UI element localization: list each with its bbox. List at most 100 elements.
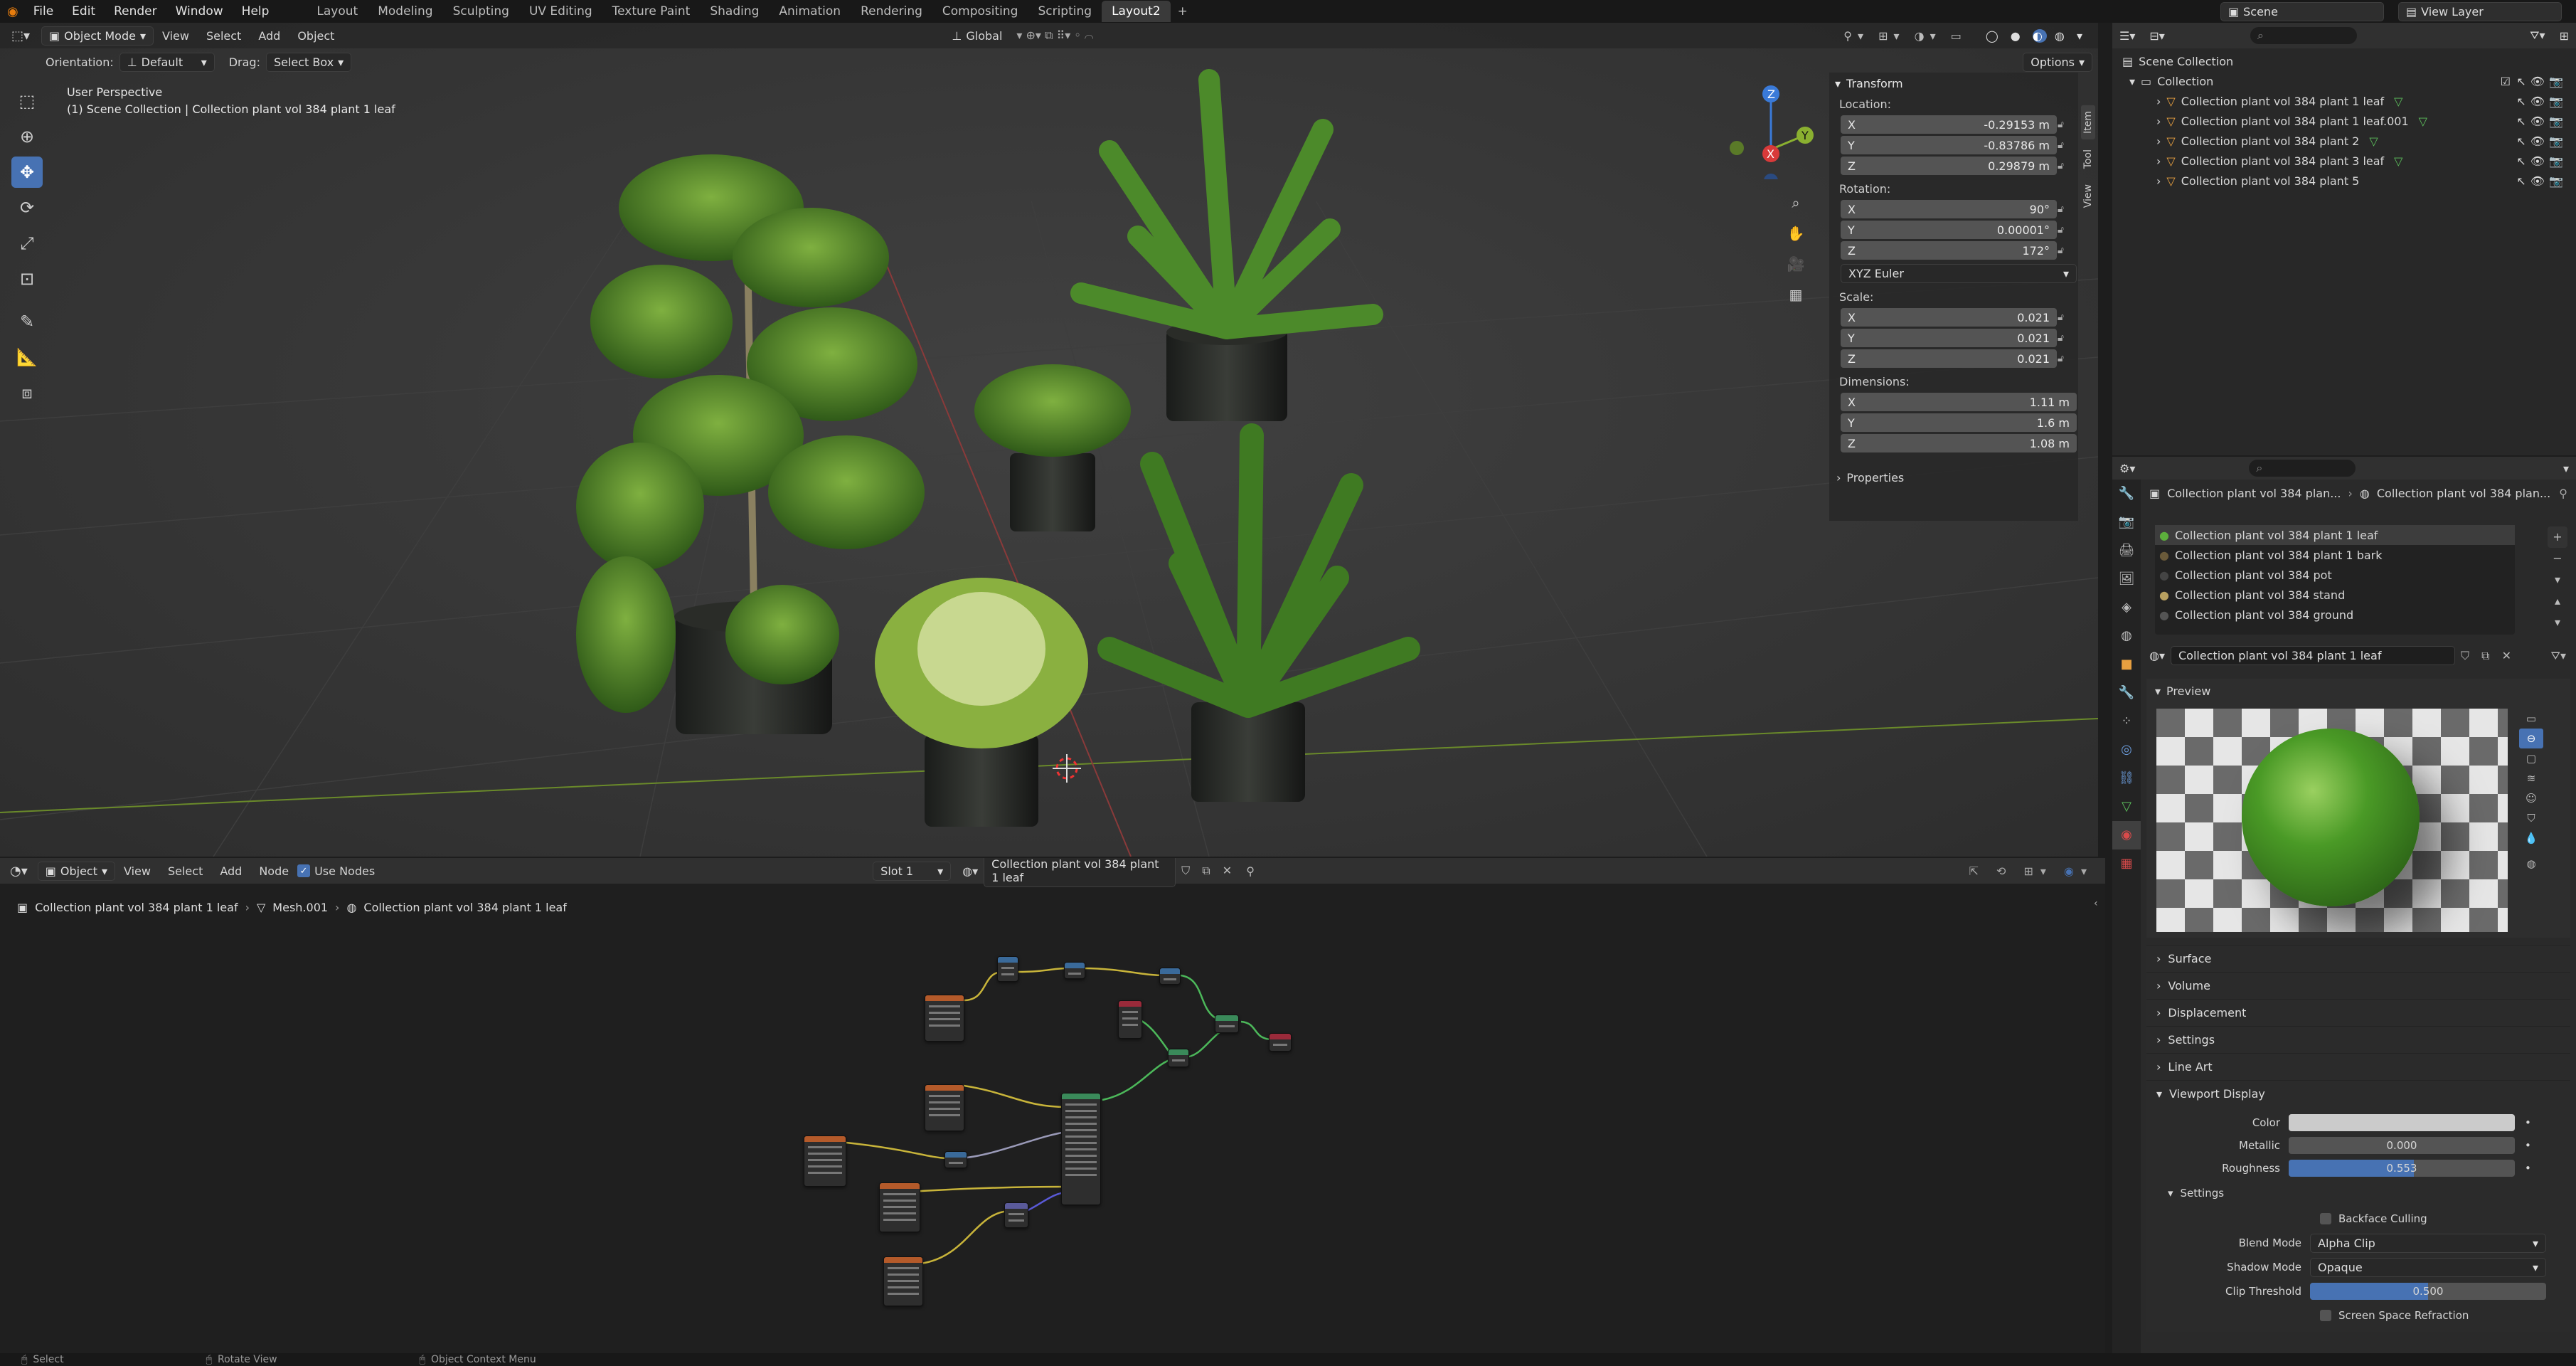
screen-space-refraction-checkbox[interactable] [2320, 1310, 2331, 1321]
checkbox-icon[interactable]: ☑ [2501, 75, 2511, 88]
material-slot-item[interactable]: ● Collection plant vol 384 ground [2155, 605, 2515, 625]
texture-tab-icon[interactable]: ▦ [2112, 849, 2141, 878]
menu-window[interactable]: Window [166, 4, 233, 18]
outliner-item[interactable]: › ▽ Collection plant vol 384 plant 2 ▽ ↖👁📷 [2112, 131, 2576, 151]
menu-edit[interactable]: Edit [63, 4, 105, 18]
scale-x-field[interactable]: X 0.021 [1841, 308, 2057, 327]
shader-node[interactable] [879, 1182, 920, 1232]
measure-tool[interactable]: 📐 [11, 342, 43, 373]
tab-uv-editing[interactable]: UV Editing [519, 1, 602, 22]
chevron-right-icon[interactable]: › [1836, 471, 1841, 485]
editor-type-icon[interactable]: ⚙▾ [2112, 462, 2142, 475]
new-collection-icon[interactable]: ⊞ [2553, 29, 2576, 43]
blender-logo-icon[interactable]: ◉ [0, 4, 24, 19]
viewport-display-section[interactable]: ▾ Viewport Display [2146, 1080, 2570, 1107]
lock-icon[interactable]: 🔓︎ [2058, 312, 2064, 323]
view-layer-tab-icon[interactable]: 🖼 [2112, 565, 2141, 593]
dimensions-x-field[interactable]: X 1.11 m [1841, 393, 2077, 411]
scale-tool[interactable]: ⤢ [11, 228, 43, 259]
tab-animation[interactable]: Animation [769, 1, 851, 22]
tab-tool[interactable]: Tool [2081, 144, 2095, 174]
restrict-icons[interactable]: ↖👁📷 [2516, 134, 2567, 148]
outliner-collection[interactable]: ▾ ▭ Collection ☑ ↖👁📷 [2112, 71, 2576, 91]
tool-tab-icon[interactable]: 🔧 [2112, 480, 2141, 508]
grid-view-icon[interactable]: ▦ [1785, 280, 1806, 310]
restrict-icons[interactable]: ↖👁📷 [2516, 95, 2567, 108]
navigation-gizmo[interactable]: Z Y X [1721, 80, 1821, 179]
chevron-down-icon[interactable]: ▾ [2155, 684, 2161, 698]
shader-node[interactable] [1118, 1000, 1142, 1039]
move-tool[interactable]: ✥ [11, 157, 43, 188]
tab-shading[interactable]: Shading [700, 1, 769, 22]
editor-type-icon[interactable]: ☰▾ [2112, 29, 2142, 43]
tab-modeling[interactable]: Modeling [368, 1, 442, 22]
cloth-preview-icon[interactable]: ⛉ [2519, 808, 2543, 828]
view-layer-selector[interactable]: ▤ View Layer [2398, 1, 2562, 21]
shader-node[interactable] [997, 956, 1018, 982]
tab-layout[interactable]: Layout [307, 1, 368, 22]
settings-section[interactable]: › Settings [2146, 1026, 2570, 1053]
restrict-icons[interactable]: ↖👁📷 [2516, 174, 2567, 188]
outliner-scene-collection[interactable]: ▤ Scene Collection [2112, 51, 2576, 71]
location-y-field[interactable]: Y -0.83786 m [1841, 136, 2057, 154]
world-preview-icon[interactable]: ◍ [2519, 854, 2543, 874]
tab-layout2[interactable]: Layout2 [1102, 1, 1171, 22]
volume-section[interactable]: › Volume [2146, 972, 2570, 999]
restrict-icons[interactable]: ↖👁📷 [2516, 115, 2567, 128]
keyframe-dot-icon[interactable]: • [2525, 1162, 2531, 1175]
lock-icon[interactable]: 🔓︎ [2058, 332, 2064, 344]
object-tab-icon[interactable]: ■ [2112, 650, 2141, 679]
surface-section[interactable]: › Surface [2146, 945, 2570, 972]
roughness-slider[interactable]: 0.553 [2289, 1160, 2515, 1177]
filter-icon[interactable]: ⛛▾ [2523, 28, 2552, 43]
location-z-field[interactable]: Z 0.29879 m [1841, 157, 2057, 175]
modifier-tab-icon[interactable]: 🔧 [2112, 679, 2141, 707]
preview-title[interactable]: Preview [2166, 684, 2210, 698]
physics-tab-icon[interactable]: ◎ [2112, 736, 2141, 764]
restrict-icons[interactable]: ↖👁📷 [2516, 154, 2567, 168]
shadow-mode-dropdown[interactable]: Opaque ▾ [2310, 1257, 2546, 1277]
render-tab-icon[interactable]: 📷 [2112, 508, 2141, 536]
add-slot-icon[interactable]: + [2548, 526, 2567, 548]
tab-texture-paint[interactable]: Texture Paint [602, 1, 701, 22]
material-slot-item[interactable]: ● Collection plant vol 384 pot [2155, 565, 2515, 585]
move-up-icon[interactable]: ▴ [2548, 591, 2567, 612]
shader-node[interactable] [944, 1151, 967, 1168]
monkey-preview-icon[interactable]: ☺ [2519, 788, 2543, 808]
location-x-field[interactable]: X -0.29153 m [1841, 115, 2057, 134]
transform-title[interactable]: Transform [1846, 77, 1903, 90]
lock-icon[interactable]: 🔓︎ [2058, 160, 2064, 171]
lock-icon[interactable]: 🔓︎ [2058, 139, 2064, 151]
display-mode-icon[interactable]: ⊟▾ [2142, 29, 2171, 43]
output-tab-icon[interactable]: 🖨 [2112, 536, 2141, 565]
move-down-icon[interactable]: ▾ [2548, 612, 2567, 633]
outliner-item[interactable]: › ▽ Collection plant vol 384 plant 5 ↖👁📷 [2112, 171, 2576, 191]
shader-node[interactable] [804, 1135, 846, 1187]
material-browse-icon[interactable]: ◍▾ [2149, 649, 2165, 662]
constraints-tab-icon[interactable]: ⛓ [2112, 764, 2141, 793]
cursor-tool[interactable]: ⊕ [11, 121, 43, 152]
annotate-tool[interactable]: ✎ [11, 306, 43, 337]
backface-culling-checkbox[interactable] [2320, 1213, 2331, 1224]
metallic-slider[interactable]: 0.000 [2289, 1137, 2515, 1154]
properties-search-input[interactable]: ⌕ [2249, 460, 2356, 477]
hair-preview-icon[interactable]: ≋ [2519, 768, 2543, 788]
scale-z-field[interactable]: Z 0.021 [1841, 349, 2057, 368]
material-name-input[interactable]: Collection plant vol 384 plant 1 leaf [2171, 646, 2455, 665]
lock-icon[interactable]: 🔓︎ [2058, 119, 2064, 130]
tab-scripting[interactable]: Scripting [1028, 1, 1102, 22]
blend-mode-dropdown[interactable]: Alpha Clip ▾ [2310, 1233, 2546, 1253]
keyframe-dot-icon[interactable]: • [2525, 1139, 2531, 1152]
shader-node[interactable] [1064, 962, 1085, 979]
lock-icon[interactable]: 🔓︎ [2058, 224, 2064, 235]
outliner-search-input[interactable]: ⌕ [2250, 27, 2357, 44]
rotation-y-field[interactable]: Y 0.00001° [1841, 221, 2057, 239]
outliner-item[interactable]: › ▽ Collection plant vol 384 plant 1 leaf ▽… [2112, 91, 2576, 111]
tab-compositing[interactable]: Compositing [932, 1, 1028, 22]
rotation-x-field[interactable]: X 90° [1841, 200, 2057, 218]
viewport-3d[interactable]: ⬚▾ ▣ Object Mode ▾ View Select Add Object … [0, 23, 2098, 857]
material-output-node[interactable] [1269, 1033, 1292, 1052]
pan-hand-icon[interactable]: ✋ [1785, 218, 1806, 249]
pin-icon[interactable]: ⚲ [2559, 487, 2567, 500]
lock-icon[interactable]: 🔓︎ [2058, 353, 2064, 364]
